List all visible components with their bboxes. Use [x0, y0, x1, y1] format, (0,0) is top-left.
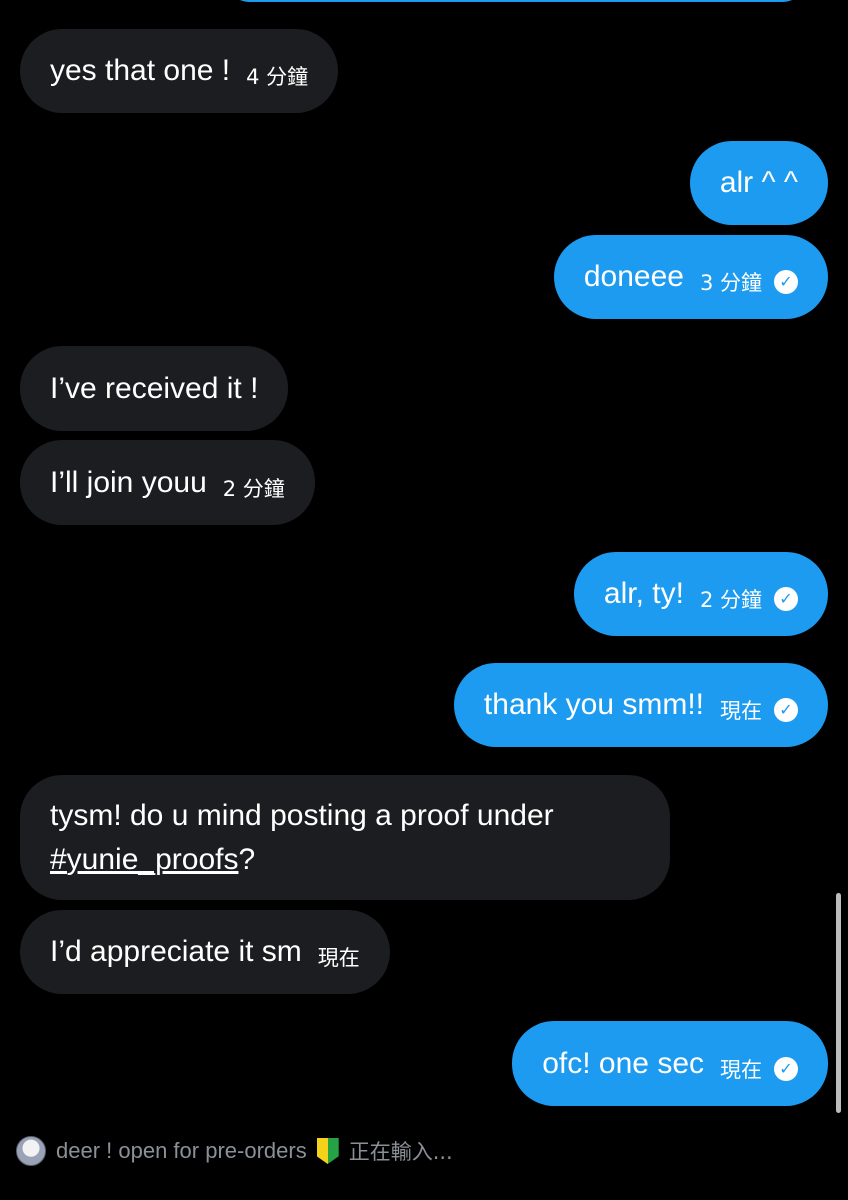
message-text: yes that one !	[50, 54, 231, 87]
beginner-mark-icon	[316, 1138, 339, 1164]
scrollbar[interactable]	[836, 893, 841, 1113]
message-text: I’ve received it !	[50, 371, 259, 405]
seen-check-icon: ✓	[774, 1056, 798, 1081]
message-timestamp: 3 分鐘 ✓	[700, 267, 798, 297]
message-timestamp: 2 分鐘 ✓	[700, 584, 798, 614]
message-text: alr, ty!	[603, 577, 684, 610]
message-text: I’ll join youu	[50, 465, 207, 499]
message-timestamp: 現在 ✓	[720, 1054, 798, 1084]
message-text-line2: #yunie_proofs?	[50, 842, 256, 876]
sent-message-bubble-partial[interactable]	[228, 0, 804, 2]
received-message[interactable]: I’ve received it !	[20, 346, 289, 431]
message-text: thank you smm!!	[483, 688, 704, 721]
message-timestamp: 4 分鐘	[246, 65, 309, 89]
sent-message[interactable]: doneee 3 分鐘 ✓	[553, 235, 828, 319]
seen-check-icon: ✓	[774, 587, 798, 611]
received-message[interactable]: tysm! do u mind posting a proof under #y…	[20, 775, 670, 900]
seen-check-icon: ✓	[774, 698, 798, 722]
sent-message[interactable]: alr ^ ^	[689, 141, 828, 225]
typing-user-name: deer ! open for pre-orders	[56, 1138, 307, 1163]
message-timestamp: 2 分鐘	[222, 476, 285, 501]
sent-message[interactable]: alr, ty! 2 分鐘 ✓	[573, 552, 828, 636]
message-text: alr ^ ^	[719, 166, 798, 199]
message-text: I’d appreciate it sm	[50, 935, 302, 968]
received-message[interactable]: yes that one ! 4 分鐘	[20, 29, 339, 113]
sent-message[interactable]: ofc! one sec 現在 ✓	[512, 1021, 828, 1106]
message-text: doneee	[583, 260, 684, 293]
message-text: tysm! do u mind posting a proof under	[50, 798, 554, 832]
avatar[interactable]	[16, 1136, 46, 1166]
typing-status: 正在輸入...	[348, 1140, 453, 1164]
received-message[interactable]: I’ll join youu 2 分鐘	[20, 440, 315, 525]
typing-indicator: deer ! open for pre-orders 正在輸入...	[16, 1134, 453, 1168]
message-text: ofc! one sec	[542, 1046, 704, 1080]
seen-check-icon: ✓	[774, 270, 798, 294]
received-message[interactable]: I’d appreciate it sm 現在	[20, 910, 390, 994]
message-timestamp: 現在	[317, 946, 360, 970]
message-timestamp: 現在 ✓	[720, 695, 798, 725]
sent-message[interactable]: thank you smm!! 現在 ✓	[453, 663, 828, 747]
hashtag-link[interactable]: #yunie_proofs	[50, 843, 238, 876]
